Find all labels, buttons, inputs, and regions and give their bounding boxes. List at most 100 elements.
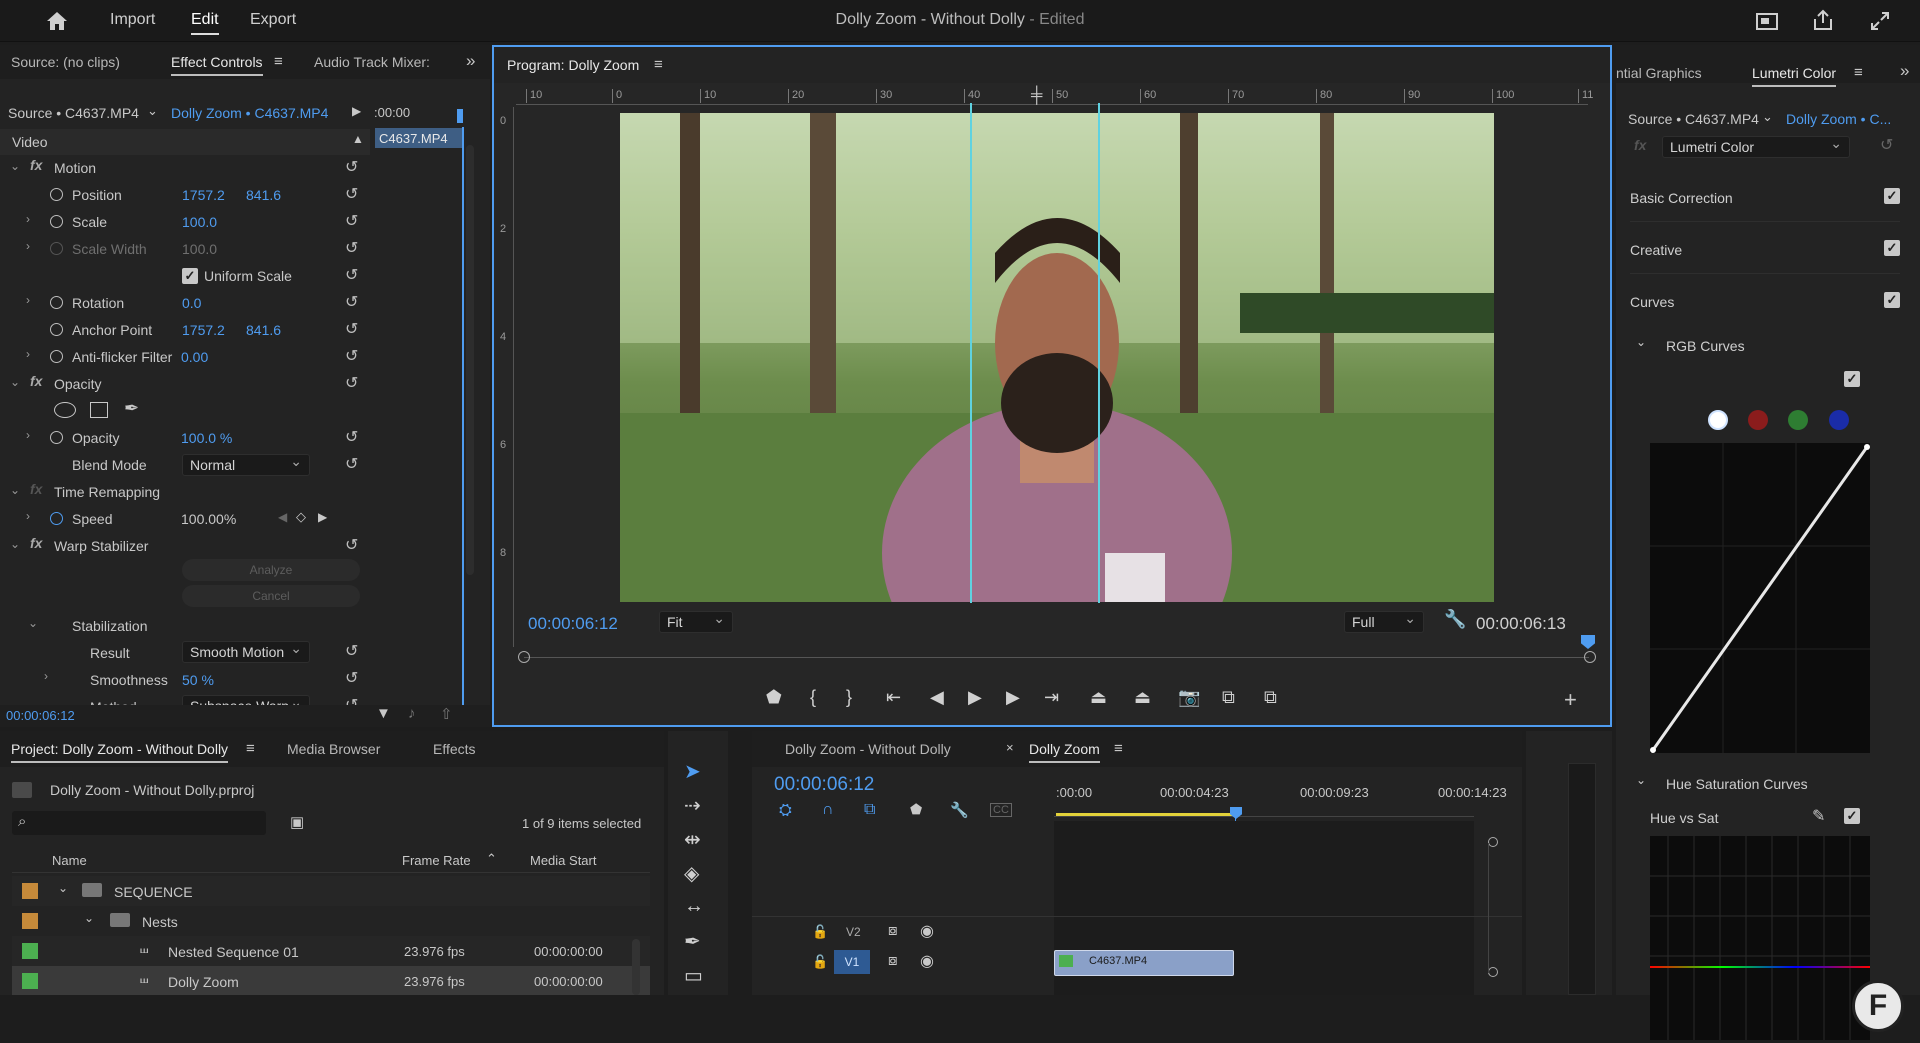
channel-green[interactable] — [1788, 410, 1808, 430]
stopwatch-icon[interactable] — [50, 431, 63, 444]
eyedropper-icon[interactable]: ✎ — [1812, 806, 1825, 826]
timeline-clip[interactable]: C4637.MP4 — [1054, 950, 1234, 976]
guide-line[interactable] — [1098, 103, 1100, 603]
linked-selection-icon[interactable]: ⧉ — [864, 801, 875, 819]
panel-menu-icon[interactable]: ≡ — [654, 56, 663, 73]
reset-icon[interactable]: ↺ — [345, 373, 358, 393]
video-frame[interactable] — [620, 113, 1494, 602]
creative-checkbox[interactable]: ✓ — [1884, 240, 1900, 256]
table-row[interactable]: ⌄ SEQUENCE — [12, 876, 650, 906]
track-label[interactable]: V2 — [846, 925, 861, 939]
sync-lock-icon[interactable]: ⧇ — [888, 952, 898, 969]
basic-correction-checkbox[interactable]: ✓ — [1884, 188, 1900, 204]
close-icon[interactable]: × — [1006, 740, 1014, 755]
table-row[interactable]: ⌄ Nests — [12, 906, 650, 936]
tab-essential-graphics[interactable]: ntial Graphics — [1616, 65, 1702, 81]
reset-icon[interactable]: ↺ — [1880, 135, 1893, 155]
scrub-start-handle[interactable] — [518, 651, 530, 663]
table-row[interactable]: ⧢ Nested Sequence 01 23.976 fps 00:00:00… — [12, 936, 650, 966]
uniform-scale-checkbox[interactable]: ✓ — [182, 268, 198, 284]
effect-motion[interactable]: ⌄ fx Motion ↺ — [0, 155, 370, 181]
captions-icon[interactable]: CC — [990, 803, 1012, 817]
rectangle-tool-icon[interactable]: ▭ — [684, 963, 703, 988]
stopwatch-icon[interactable] — [50, 296, 63, 309]
ripple-edit-tool-icon[interactable]: ⇹ — [684, 827, 701, 852]
tab-source[interactable]: Source: (no clips) — [11, 54, 120, 70]
section-curves[interactable]: Curves ✓ — [1630, 286, 1900, 326]
label-color-swatch[interactable] — [22, 973, 38, 989]
filter-icon[interactable]: ▼ — [376, 705, 391, 722]
add-marker-icon[interactable]: ⬟ — [766, 687, 782, 708]
playhead-marker[interactable] — [1581, 635, 1595, 649]
timeline-settings-icon[interactable]: 🔧 — [950, 801, 969, 819]
rgb-curve-graph[interactable] — [1650, 443, 1870, 753]
pen-mask-icon[interactable]: ✒ — [124, 398, 139, 419]
vertical-zoom-track[interactable] — [1488, 843, 1489, 973]
section-basic-correction[interactable]: Basic Correction ✓ — [1630, 182, 1900, 222]
selection-tool-icon[interactable]: ➤ — [684, 759, 701, 784]
lumetri-effect-dropdown[interactable]: Lumetri Color — [1662, 135, 1850, 158]
channel-luma[interactable] — [1708, 410, 1728, 430]
reset-icon[interactable]: ↺ — [345, 319, 358, 339]
go-to-out-icon[interactable]: ⇥ — [1044, 687, 1059, 708]
anchor-x-value[interactable]: 1757.2 — [182, 322, 225, 338]
menu-edit[interactable]: Edit — [191, 11, 219, 35]
proxy-toggle-icon[interactable]: ⧉ — [1264, 687, 1277, 708]
effect-time-remapping[interactable]: ⌄ fx Time Remapping — [0, 479, 370, 505]
stopwatch-icon[interactable] — [50, 188, 63, 201]
menu-import[interactable]: Import — [110, 11, 155, 29]
slip-tool-icon[interactable]: ↔ — [684, 895, 704, 918]
stopwatch-icon[interactable] — [50, 512, 63, 525]
add-button-icon[interactable]: + — [1564, 687, 1577, 713]
playhead-timecode[interactable]: 00:00:06:12 — [528, 614, 618, 634]
step-forward-icon[interactable]: ▶ — [1006, 687, 1020, 708]
position-x-value[interactable]: 1757.2 — [182, 187, 225, 203]
project-search-input[interactable]: ⌕ — [12, 811, 266, 835]
hue-vs-sat-checkbox[interactable]: ✓ — [1844, 808, 1860, 824]
add-marker-icon[interactable]: ⬟ — [910, 801, 922, 818]
lock-icon[interactable]: 🔓 — [812, 924, 828, 940]
guide-line[interactable] — [970, 103, 972, 603]
more-panels-icon[interactable]: » — [466, 51, 475, 71]
reset-icon[interactable]: ↺ — [345, 211, 358, 231]
mini-timeline-clip[interactable]: C4637.MP4 — [375, 128, 463, 148]
razor-tool-icon[interactable]: ◈ — [684, 861, 699, 886]
blend-mode-dropdown[interactable]: Normal — [182, 453, 310, 476]
stopwatch-icon[interactable] — [50, 323, 63, 336]
panel-menu-icon[interactable]: ≡ — [274, 53, 283, 70]
timeline-ruler[interactable]: :00:00 00:00:04:23 00:00:09:23 00:00:14:… — [1054, 781, 1507, 817]
label-color-swatch[interactable] — [22, 883, 38, 899]
scrub-end-handle[interactable] — [1584, 651, 1596, 663]
eye-icon[interactable]: ◉ — [920, 951, 934, 971]
menu-export[interactable]: Export — [250, 11, 296, 29]
section-creative[interactable]: Creative ✓ — [1630, 234, 1900, 274]
play-audio-icon[interactable]: ♪ — [408, 705, 416, 722]
stopwatch-icon[interactable] — [50, 350, 63, 363]
zoom-level-dropdown[interactable]: Fit — [659, 610, 733, 633]
cancel-button[interactable]: Cancel — [182, 585, 360, 607]
reset-icon[interactable]: ↺ — [345, 265, 358, 285]
play-icon[interactable]: ▶ — [968, 687, 982, 708]
track-target-v1[interactable]: V1 — [834, 950, 870, 974]
tab-sequence-dolly-zoom[interactable]: Dolly Zoom — [1029, 741, 1100, 763]
tab-effects[interactable]: Effects — [433, 741, 476, 757]
vertical-zoom-bottom[interactable] — [1488, 967, 1498, 977]
reset-icon[interactable]: ↺ — [345, 238, 358, 258]
tab-project[interactable]: Project: Dolly Zoom - Without Dolly — [11, 741, 229, 763]
export-icon[interactable]: ⇧ — [440, 705, 453, 723]
lumetri-sequence-label[interactable]: Dolly Zoom • C... — [1786, 111, 1891, 127]
work-area-bar[interactable] — [1056, 813, 1234, 816]
guide-handle-icon[interactable]: ╪ — [1031, 87, 1042, 105]
position-y-value[interactable]: 841.6 — [246, 187, 281, 203]
vertical-zoom-top[interactable] — [1488, 837, 1498, 847]
chevron-down-icon[interactable]: ⌄ — [58, 881, 68, 895]
reset-icon[interactable]: ↺ — [345, 184, 358, 204]
speed-value[interactable]: 100.00% — [181, 511, 236, 527]
scrub-bar[interactable] — [524, 657, 1589, 658]
mini-playhead[interactable] — [457, 109, 463, 123]
tab-effect-controls[interactable]: Effect Controls — [171, 54, 263, 76]
reset-icon[interactable]: ↺ — [345, 157, 358, 177]
smoothness-value[interactable]: 50 % — [182, 672, 214, 688]
column-name[interactable]: Name — [52, 853, 87, 868]
tab-audio-track-mixer[interactable]: Audio Track Mixer: — [314, 54, 430, 70]
